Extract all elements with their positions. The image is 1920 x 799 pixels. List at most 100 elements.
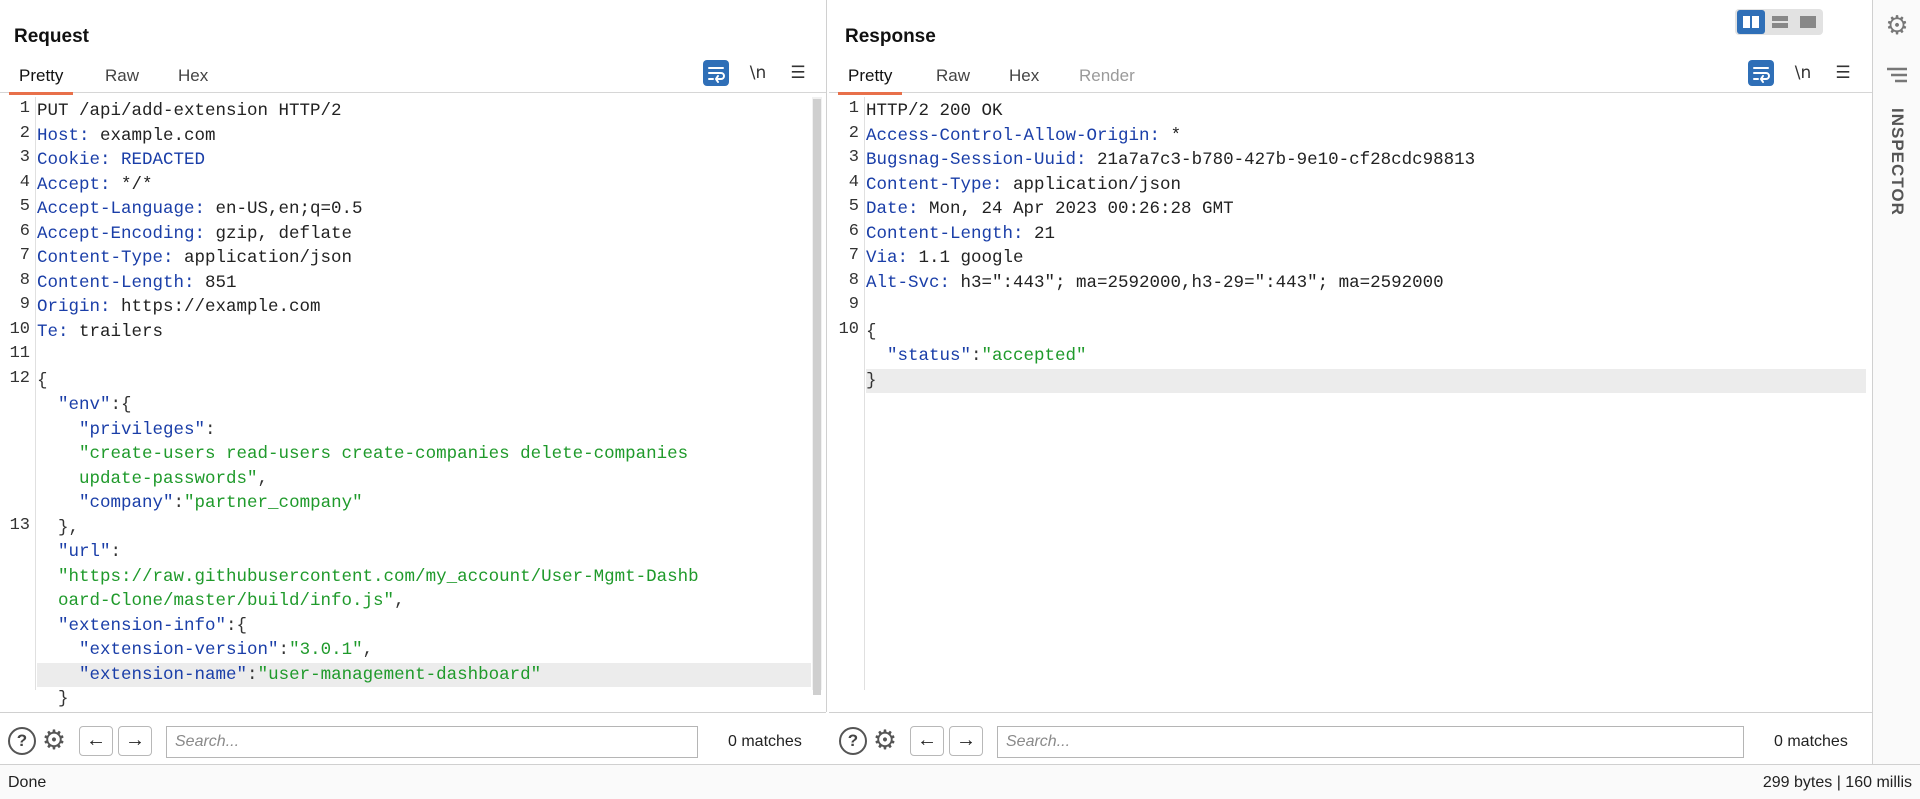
code-text: :{ (110, 395, 132, 415)
code-key: "status" (866, 346, 972, 366)
response-newline-button[interactable]: \n (1790, 60, 1816, 86)
filter-lines-icon (1887, 67, 1907, 83)
code-key: Content-Type: (866, 174, 1003, 195)
code-text: : (110, 542, 122, 562)
layout-toggle (1735, 9, 1823, 35)
help-button[interactable]: ? (839, 727, 867, 755)
help-button[interactable]: ? (8, 727, 36, 755)
response-search-settings-button[interactable]: ⚙ (870, 725, 900, 755)
request-tab-hex[interactable]: Hex (168, 66, 218, 92)
code-text: { (866, 321, 877, 342)
newline-icon: \n (1794, 63, 1812, 83)
line-number: 13 (9, 515, 30, 535)
code-line: Alt-Svc: h3=":443"; ma=2592000,h3-29=":4… (866, 271, 1866, 295)
request-search-next-button[interactable]: → (118, 726, 152, 756)
response-tab-hex[interactable]: Hex (999, 66, 1049, 92)
code-string: "create-users read-users create-companie… (37, 444, 689, 464)
code-key: Date: (866, 199, 919, 219)
code-line: oard-Clone/master/build/info.js", (37, 589, 811, 613)
request-editor[interactable]: 1 2 3 4 5 6 7 8 9 10 11 12 13 PUT /api/add-extension… (0, 97, 826, 709)
code-key: "company" (37, 493, 174, 513)
layout-single-button[interactable] (1794, 10, 1822, 34)
code-text: https://example.com (110, 297, 321, 317)
code-text: } (37, 689, 69, 709)
code-string: "accepted" (981, 346, 1087, 366)
code-key: "extension-name" (37, 664, 248, 685)
request-tab-raw[interactable]: Raw (95, 66, 149, 92)
code-line: "create-users read-users create-companie… (37, 442, 811, 466)
code-key: Accept-Language: (37, 199, 206, 219)
response-tab-render[interactable]: Render (1069, 66, 1145, 92)
request-search-bar: ? ⚙ ← → 0 matches (0, 712, 826, 761)
response-title: Response (845, 26, 936, 47)
line-number: 5 (848, 197, 859, 216)
code-line: Accept: */* (37, 173, 811, 197)
code-text: 851 (194, 272, 237, 293)
code-line: "extension-info":{ (37, 614, 811, 638)
request-scrollbar-thumb[interactable] (813, 99, 821, 695)
line-number: 4 (19, 172, 30, 192)
code-line: HTTP/2 200 OK (866, 99, 1866, 123)
code-line: Origin: https://example.com (37, 295, 811, 319)
gear-icon: ⚙ (872, 725, 898, 755)
code-line: Date: Mon, 24 Apr 2023 00:26:28 GMT (866, 197, 1866, 221)
help-icon: ? (16, 731, 28, 750)
code-key: Bugsnag-Session-Uuid: (866, 150, 1087, 170)
request-search-prev-button[interactable]: ← (79, 726, 113, 756)
code-text: HTTP/2 200 OK (866, 101, 1003, 121)
help-icon: ? (847, 731, 859, 750)
line-number: 6 (848, 221, 859, 241)
request-menu-button[interactable]: ☰ (785, 60, 811, 86)
inspector-settings-button[interactable]: ⚙ (1882, 10, 1912, 40)
response-tab-pretty[interactable]: Pretty (838, 66, 903, 95)
arrow-left-icon: ← (917, 729, 937, 751)
code-line: "status":"accepted" (866, 344, 1866, 368)
code-line: "url": (37, 540, 811, 564)
line-number: 9 (848, 295, 859, 314)
response-tab-raw[interactable]: Raw (926, 66, 980, 92)
code-key: Alt-Svc: (866, 272, 951, 293)
code-text: : (278, 640, 290, 660)
line-number: 1 (848, 99, 859, 118)
request-title: Request (14, 26, 89, 47)
hamburger-menu-icon: ☰ (1835, 63, 1851, 83)
response-menu-button[interactable]: ☰ (1830, 60, 1856, 86)
request-matches-count: 0 matches (728, 733, 802, 750)
code-text: 1.1 google (908, 248, 1024, 268)
code-key: Cookie: (37, 150, 111, 170)
code-text: */* (110, 174, 153, 195)
line-number: 8 (848, 270, 859, 290)
code-string: "3.0.1" (289, 640, 363, 660)
response-search-input[interactable] (997, 726, 1744, 758)
code-text: * (1160, 125, 1182, 146)
layout-stacked-button[interactable] (1766, 10, 1794, 34)
code-text: } (866, 370, 877, 391)
response-wrap-button[interactable] (1748, 60, 1774, 86)
code-text: Mon, 24 Apr 2023 00:26:28 GMT (918, 199, 1234, 219)
response-search-next-button[interactable]: → (949, 726, 983, 756)
response-editor[interactable]: 1 2 3 4 5 6 7 8 9 10 HTTP/2 200 OK Access-Control-… (829, 97, 1872, 690)
code-line: } (866, 368, 1866, 393)
code-line: Access-Control-Allow-Origin: * (866, 124, 1866, 148)
request-search-input[interactable] (166, 726, 698, 758)
inspector-filter-button[interactable] (1884, 64, 1910, 86)
code-line: }, (37, 516, 811, 540)
code-line: PUT /api/add-extension HTTP/2 (37, 99, 811, 123)
request-wrap-button[interactable] (703, 60, 729, 86)
line-number: 10 (9, 319, 30, 339)
code-text: : (971, 346, 982, 366)
line-number: 1 (19, 99, 30, 118)
response-search-prev-button[interactable]: ← (910, 726, 944, 756)
request-panel: Request Pretty Raw Hex \n ☰ 1 2 3 4 5 6 7 8 9 10 1… (0, 0, 827, 712)
inspector-tab[interactable]: INSPECTOR (1885, 108, 1907, 228)
code-line: Accept-Language: en-US,en;q=0.5 (37, 197, 811, 221)
request-tab-pretty[interactable]: Pretty (9, 66, 74, 95)
request-search-settings-button[interactable]: ⚙ (39, 725, 69, 755)
code-line: Accept-Encoding: gzip, deflate (37, 222, 811, 246)
request-scrollbar[interactable] (812, 97, 822, 695)
gear-icon: ⚙ (1885, 10, 1909, 40)
code-key: REDACTED (110, 150, 206, 170)
request-newline-button[interactable]: \n (745, 60, 771, 86)
layout-side-by-side-button[interactable] (1737, 10, 1765, 34)
